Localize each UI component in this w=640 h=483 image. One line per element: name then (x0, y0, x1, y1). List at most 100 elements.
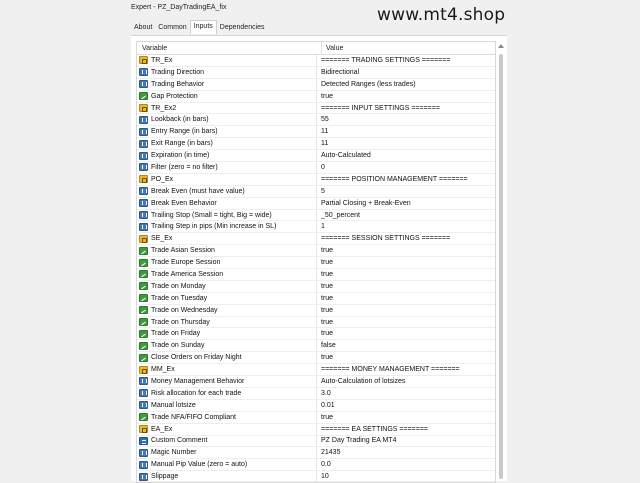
value-cell[interactable]: true (317, 319, 333, 326)
tab-common[interactable]: Common (155, 22, 189, 34)
table-row[interactable]: TR_Ex ======= TRADING SETTINGS ======= (137, 55, 495, 67)
table-row[interactable]: Custom Comment PZ Day Trading EA MT4 (137, 435, 495, 448)
tab-inputs[interactable]: Inputs (189, 20, 217, 34)
number-param-icon (139, 389, 148, 398)
value-cell[interactable]: true (317, 271, 333, 278)
variable-name: TR_Ex (151, 56, 173, 64)
table-row[interactable]: Manual lotsize 0.01 (137, 399, 495, 412)
separator-param-icon (139, 425, 148, 434)
table-row[interactable]: Trade Asian Session true (137, 245, 495, 258)
variable-cell: Custom Comment (137, 435, 317, 447)
value-cell[interactable]: 3.0 (317, 390, 331, 397)
value-cell[interactable]: 10 (317, 473, 329, 480)
table-row[interactable]: Trade on Sunday false (137, 340, 495, 353)
table-row[interactable]: Expiration (in time) Auto-Calculated (137, 150, 495, 163)
table-row[interactable]: Trade on Friday true (137, 328, 495, 341)
table-row[interactable]: Trailing Stop (Small = tight, Big = wide… (137, 209, 495, 222)
value-cell[interactable]: true (317, 283, 333, 290)
table-row[interactable]: Trade on Thursday true (137, 316, 495, 329)
table-row[interactable]: Slippage 10 (137, 471, 495, 482)
table-row[interactable]: Lookback (in bars) 55 (137, 114, 495, 127)
value-cell[interactable]: ======= TRADING SETTINGS ======= (317, 57, 450, 64)
table-row[interactable]: Trade on Monday true (137, 280, 495, 293)
value-cell[interactable]: ======= SESSION SETTINGS ======= (317, 235, 450, 242)
table-row[interactable]: EA_Ex ======= EA SETTINGS ======= (137, 423, 495, 436)
variable-cell: EA_Ex (137, 423, 317, 435)
table-row[interactable]: Trade Europe Session true (137, 257, 495, 270)
table-row[interactable]: Manual Pip Value (zero = auto) 0.0 (137, 459, 495, 472)
table-row[interactable]: Magic Number 21435 (137, 447, 495, 460)
variable-name: Trailing Step in pips (Min increase in S… (151, 223, 277, 231)
table-row[interactable]: Trade on Tuesday true (137, 292, 495, 305)
vertical-scrollbar[interactable] (496, 41, 505, 481)
value-cell[interactable]: Auto-Calculated (317, 152, 371, 159)
variable-cell: Trade on Friday (137, 328, 317, 340)
value-cell[interactable]: Auto-Calculation of lotsizes (317, 378, 405, 385)
scroll-up-arrow-icon[interactable] (498, 44, 504, 48)
value-cell[interactable]: 0.0 (317, 461, 331, 468)
table-row[interactable]: Trailing Step in pips (Min increase in S… (137, 221, 495, 234)
value-cell[interactable]: 0 (317, 164, 325, 171)
value-cell[interactable]: Partial Closing + Break-Even (317, 200, 411, 207)
value-cell[interactable]: true (317, 93, 333, 100)
value-cell[interactable]: PZ Day Trading EA MT4 (317, 437, 396, 444)
column-header-variable[interactable]: Variable (137, 42, 322, 54)
table-row[interactable]: MM_Ex ======= MONEY MANAGEMENT ======= (137, 364, 495, 377)
value-cell[interactable]: Detected Ranges (less trades) (317, 81, 416, 88)
table-body: TR_Ex ======= TRADING SETTINGS ======= Tra… (137, 55, 495, 482)
table-row[interactable]: Filter (zero = no filter) 0 (137, 162, 495, 174)
table-row[interactable]: Trading Direction Bidirectional (137, 66, 495, 79)
table-row[interactable]: Trade NFA/FIFO Compliant true (137, 411, 495, 424)
value-cell[interactable]: false (317, 342, 336, 349)
variable-name: Trade NFA/FIFO Compliant (151, 413, 236, 421)
table-row[interactable]: Trade America Session true (137, 269, 495, 281)
value-cell[interactable]: true (317, 259, 333, 266)
value-cell[interactable]: ======= INPUT SETTINGS ======= (317, 105, 440, 112)
table-row[interactable]: SE_Ex ======= SESSION SETTINGS ======= (137, 233, 495, 246)
table-row[interactable]: Money Management Behavior Auto-Calculatio… (137, 376, 495, 388)
table-row[interactable]: Gap Protection true (137, 90, 495, 103)
value-cell[interactable]: true (317, 295, 333, 302)
tab-about[interactable]: About (131, 22, 155, 34)
table-row[interactable]: Close Orders on Friday Night true (137, 352, 495, 365)
table-row[interactable]: Trading Behavior Detected Ranges (less tr… (137, 78, 495, 91)
value-cell[interactable]: 5 (317, 188, 325, 195)
value-cell[interactable]: Bidirectional (317, 69, 359, 76)
variable-name: Trade Asian Session (151, 247, 215, 255)
table-row[interactable]: Trade on Wednesday true (137, 304, 495, 317)
table-row[interactable]: Break Even Behavior Partial Closing + Bre… (137, 197, 495, 210)
bool-param-icon (139, 246, 148, 255)
number-param-icon (139, 472, 148, 481)
value-cell[interactable]: ======= POSITION MANAGEMENT ======= (317, 176, 468, 183)
value-cell[interactable]: true (317, 330, 333, 337)
value-cell[interactable]: 21435 (317, 449, 340, 456)
value-cell[interactable]: ======= MONEY MANAGEMENT ======= (317, 366, 460, 373)
value-cell[interactable]: _50_percent (317, 212, 360, 219)
variable-cell: SE_Ex (137, 233, 317, 245)
variable-name: Trading Direction (151, 68, 205, 76)
value-cell[interactable]: true (317, 307, 333, 314)
table-row[interactable]: Entry Range (in bars) 11 (137, 126, 495, 139)
value-cell[interactable]: 1 (317, 223, 325, 230)
value-cell[interactable]: true (317, 414, 333, 421)
variable-cell: Manual lotsize (137, 399, 317, 411)
value-cell[interactable]: true (317, 247, 333, 254)
value-cell[interactable]: 55 (317, 116, 329, 123)
value-cell[interactable]: 11 (317, 128, 328, 135)
table-row[interactable]: TR_Ex2 ======= INPUT SETTINGS ======= (137, 102, 495, 115)
value-cell[interactable]: true (317, 354, 333, 361)
inputs-table: Variable Value TR_Ex ======= TRADING SETT… (136, 41, 496, 483)
column-header-value[interactable]: Value (322, 42, 343, 54)
variable-cell: Trading Behavior (137, 78, 317, 90)
variable-cell: Magic Number (137, 447, 317, 459)
table-row[interactable]: Break Even (must have value) 5 (137, 185, 495, 198)
table-row[interactable]: Exit Range (in bars) 11 (137, 138, 495, 151)
scrollbar-thumb[interactable] (499, 54, 503, 479)
value-cell[interactable]: 0.01 (317, 402, 335, 409)
variable-cell: Break Even (must have value) (137, 185, 317, 197)
table-row[interactable]: PO_Ex ======= POSITION MANAGEMENT ======= (137, 173, 495, 186)
value-cell[interactable]: ======= EA SETTINGS ======= (317, 426, 428, 433)
table-row[interactable]: Risk allocation for each trade 3.0 (137, 387, 495, 400)
value-cell[interactable]: 11 (317, 140, 328, 147)
tab-dependencies[interactable]: Dependencies (217, 22, 268, 34)
